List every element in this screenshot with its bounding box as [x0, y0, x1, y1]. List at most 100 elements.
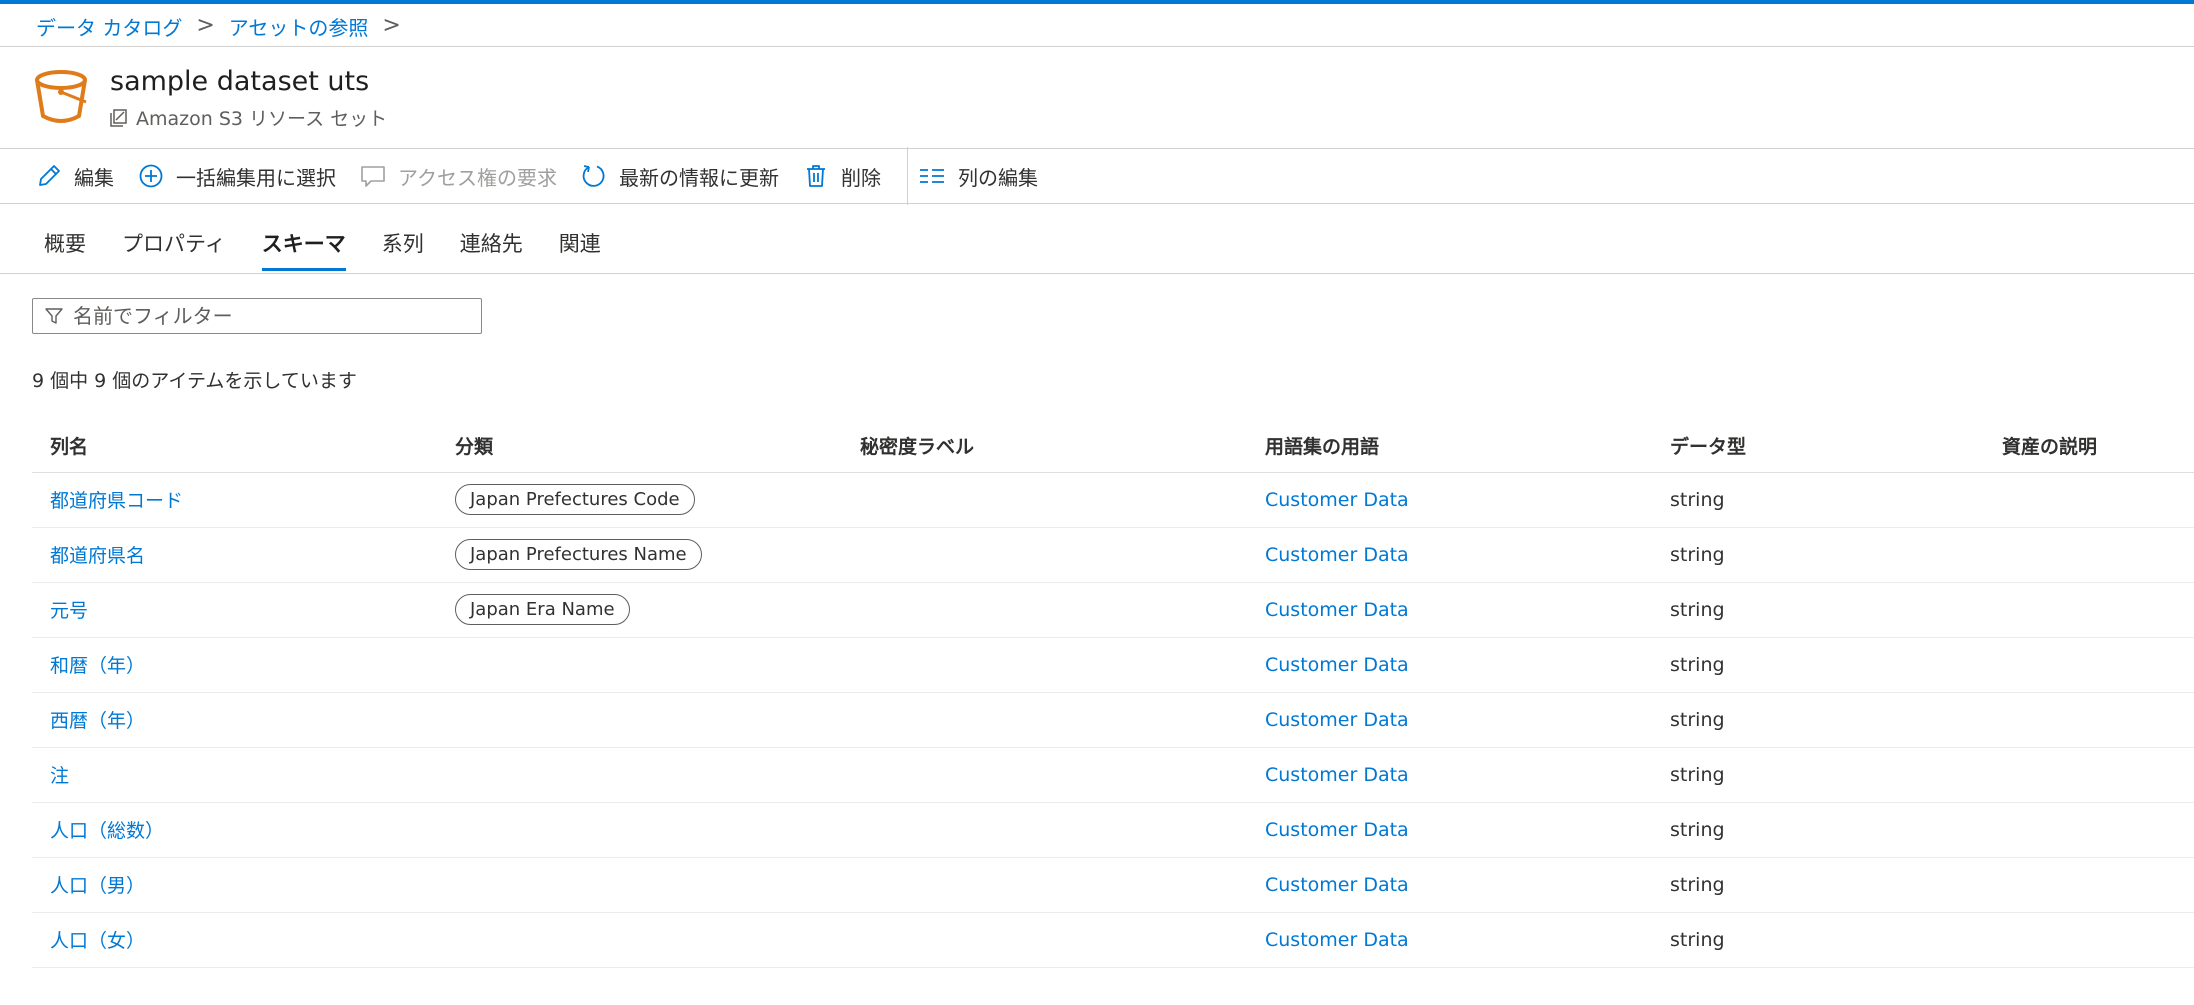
table-row: 人口（男） Customer Data string [32, 857, 2194, 913]
columns-icon [920, 169, 944, 183]
classification-cell: Japan Prefectures Code [437, 472, 842, 528]
tab-related[interactable]: 関連 [559, 228, 601, 272]
description-cell [1984, 582, 2194, 638]
column-name-link[interactable]: 西暦（年） [32, 692, 437, 748]
description-cell [1984, 637, 2194, 693]
divider [0, 148, 2194, 149]
chevron-right-icon: > [196, 13, 215, 38]
divider [0, 273, 2194, 274]
glossary-term-link[interactable]: Customer Data [1247, 747, 1652, 803]
asset-type: Amazon S3 リソース セット [110, 104, 387, 131]
data-type-cell: string [1652, 692, 1984, 748]
column-name-link[interactable]: 注 [32, 747, 437, 803]
filter-input[interactable] [73, 304, 453, 328]
table-row: 都道府県名 Japan Prefectures Name Customer Data… [32, 527, 2194, 583]
table-row: 西暦（年） Customer Data string [32, 692, 2194, 748]
edit-button[interactable]: 編集 [36, 150, 114, 202]
data-type-cell: string [1652, 582, 1984, 638]
column-name-link[interactable]: 人口（総数） [32, 802, 437, 858]
glossary-term-link[interactable]: Customer Data [1247, 472, 1652, 528]
column-header-classification[interactable]: 分類 [437, 420, 842, 473]
column-name-link[interactable]: 元号 [32, 582, 437, 638]
table-header-row: 列名 分類 秘密度ラベル 用語集の用語 データ型 資産の説明 [32, 420, 2194, 473]
glossary-term-link[interactable]: Customer Data [1247, 527, 1652, 583]
column-header-glossary-term[interactable]: 用語集の用語 [1247, 420, 1652, 473]
delete-label: 削除 [841, 165, 881, 190]
sensitivity-label-cell [842, 912, 1247, 968]
sensitivity-label-cell [842, 692, 1247, 748]
table-row: 都道府県コード Japan Prefectures Code Customer Da… [32, 472, 2194, 528]
glossary-term-link[interactable]: Customer Data [1247, 857, 1652, 913]
column-header-name[interactable]: 列名 [32, 420, 437, 473]
description-cell [1984, 912, 2194, 968]
sensitivity-label-cell [842, 582, 1247, 638]
classification-cell [437, 637, 842, 693]
edit-columns-label: 列の編集 [958, 165, 1038, 190]
description-cell [1984, 857, 2194, 913]
column-name-link[interactable]: 人口（女） [32, 912, 437, 968]
classification-cell [437, 747, 842, 803]
divider [0, 46, 2194, 47]
filter-box [32, 298, 482, 334]
breadcrumb: データ カタログ > アセットの参照 > [36, 12, 415, 40]
add-circle-icon [139, 164, 163, 188]
glossary-term-link[interactable]: Customer Data [1247, 582, 1652, 638]
column-name-link[interactable]: 人口（男） [32, 857, 437, 913]
table-row: 注 Customer Data string [32, 747, 2194, 803]
trash-icon [807, 165, 825, 187]
description-cell [1984, 747, 2194, 803]
sensitivity-label-cell [842, 472, 1247, 528]
breadcrumb-data-catalog[interactable]: データ カタログ [36, 12, 182, 41]
column-name-link[interactable]: 都道府県名 [32, 527, 437, 583]
sensitivity-label-cell [842, 857, 1247, 913]
asset-type-label: Amazon S3 リソース セット [136, 108, 388, 130]
tab-schema[interactable]: スキーマ [261, 228, 346, 272]
filter-icon [45, 308, 63, 324]
classification-pill[interactable]: Japan Era Name [455, 594, 630, 625]
comment-icon [361, 166, 385, 187]
classification-cell [437, 912, 842, 968]
sensitivity-label-cell [842, 802, 1247, 858]
top-accent-bar [0, 0, 2194, 4]
glossary-term-link[interactable]: Customer Data [1247, 912, 1652, 968]
tab-overview[interactable]: 概要 [44, 228, 86, 272]
classification-cell: Japan Prefectures Name [437, 527, 842, 583]
description-cell [1984, 527, 2194, 583]
schema-table: 列名 分類 秘密度ラベル 用語集の用語 データ型 資産の説明 都道府県コード Ja… [32, 420, 2194, 968]
column-header-description[interactable]: 資産の説明 [1984, 420, 2194, 473]
table-row: 人口（総数） Customer Data string [32, 802, 2194, 858]
data-type-cell: string [1652, 527, 1984, 583]
refresh-icon [582, 165, 605, 187]
glossary-term-link[interactable]: Customer Data [1247, 802, 1652, 858]
resource-set-icon [110, 108, 127, 127]
table-row: 元号 Japan Era Name Customer Data string [32, 582, 2194, 638]
breadcrumb-browse-assets[interactable]: アセットの参照 [229, 12, 369, 41]
description-cell [1984, 802, 2194, 858]
tab-bar: 概要 プロパティ スキーマ 系列 連絡先 関連 [44, 228, 637, 272]
tab-lineage[interactable]: 系列 [382, 228, 424, 272]
refresh-button[interactable]: 最新の情報に更新 [581, 150, 779, 202]
classification-cell [437, 857, 842, 913]
item-count: 9 個中 9 個のアイテムを示しています [32, 370, 357, 392]
bulk-select-button[interactable]: 一括編集用に選択 [138, 150, 336, 202]
sensitivity-label-cell [842, 637, 1247, 693]
classification-pill[interactable]: Japan Prefectures Name [455, 539, 702, 570]
request-access-button[interactable]: アクセス権の要求 [360, 150, 557, 202]
tab-properties[interactable]: プロパティ [122, 228, 226, 272]
data-type-cell: string [1652, 747, 1984, 803]
glossary-term-link[interactable]: Customer Data [1247, 637, 1652, 693]
delete-button[interactable]: 削除 [803, 150, 881, 202]
column-name-link[interactable]: 和暦（年） [32, 637, 437, 693]
column-header-data-type[interactable]: データ型 [1652, 420, 1984, 473]
column-name-link[interactable]: 都道府県コード [32, 472, 437, 528]
edit-button-label: 編集 [74, 165, 114, 190]
edit-columns-button[interactable]: 列の編集 [918, 150, 1038, 202]
glossary-term-link[interactable]: Customer Data [1247, 692, 1652, 748]
data-type-cell: string [1652, 802, 1984, 858]
classification-pill[interactable]: Japan Prefectures Code [455, 484, 695, 515]
data-type-cell: string [1652, 472, 1984, 528]
tab-contacts[interactable]: 連絡先 [460, 228, 523, 272]
data-type-cell: string [1652, 912, 1984, 968]
bulk-select-label: 一括編集用に選択 [176, 165, 336, 190]
column-header-sensitivity-label[interactable]: 秘密度ラベル [842, 420, 1247, 473]
